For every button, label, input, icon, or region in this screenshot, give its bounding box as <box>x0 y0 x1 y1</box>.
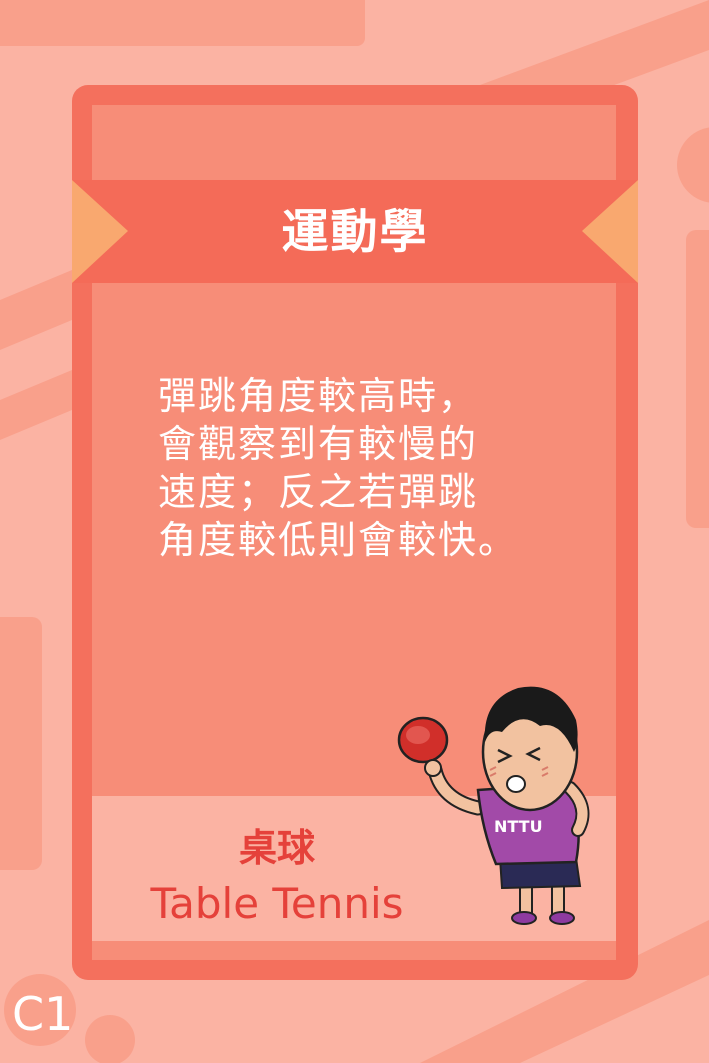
table-tennis-mascot-illustration: NTTU <box>397 686 590 925</box>
card-body-text: 彈跳角度較高時， 會觀察到有較慢的 速度；反之若彈跳 角度較低則會較快。 <box>158 372 598 564</box>
body-line: 速度；反之若彈跳 <box>158 470 479 514</box>
mascot-shirt-text: NTTU <box>494 817 543 836</box>
body-line: 會觀察到有較慢的 <box>158 422 479 466</box>
card-footer-band <box>92 941 616 960</box>
body-line: 彈跳角度較高時， <box>158 374 479 418</box>
card-code-label: C1 <box>12 987 74 1041</box>
body-line: 角度較低則會較快。 <box>158 518 519 562</box>
category-title: 運動學 <box>281 205 429 260</box>
card-header-panel <box>92 105 616 180</box>
